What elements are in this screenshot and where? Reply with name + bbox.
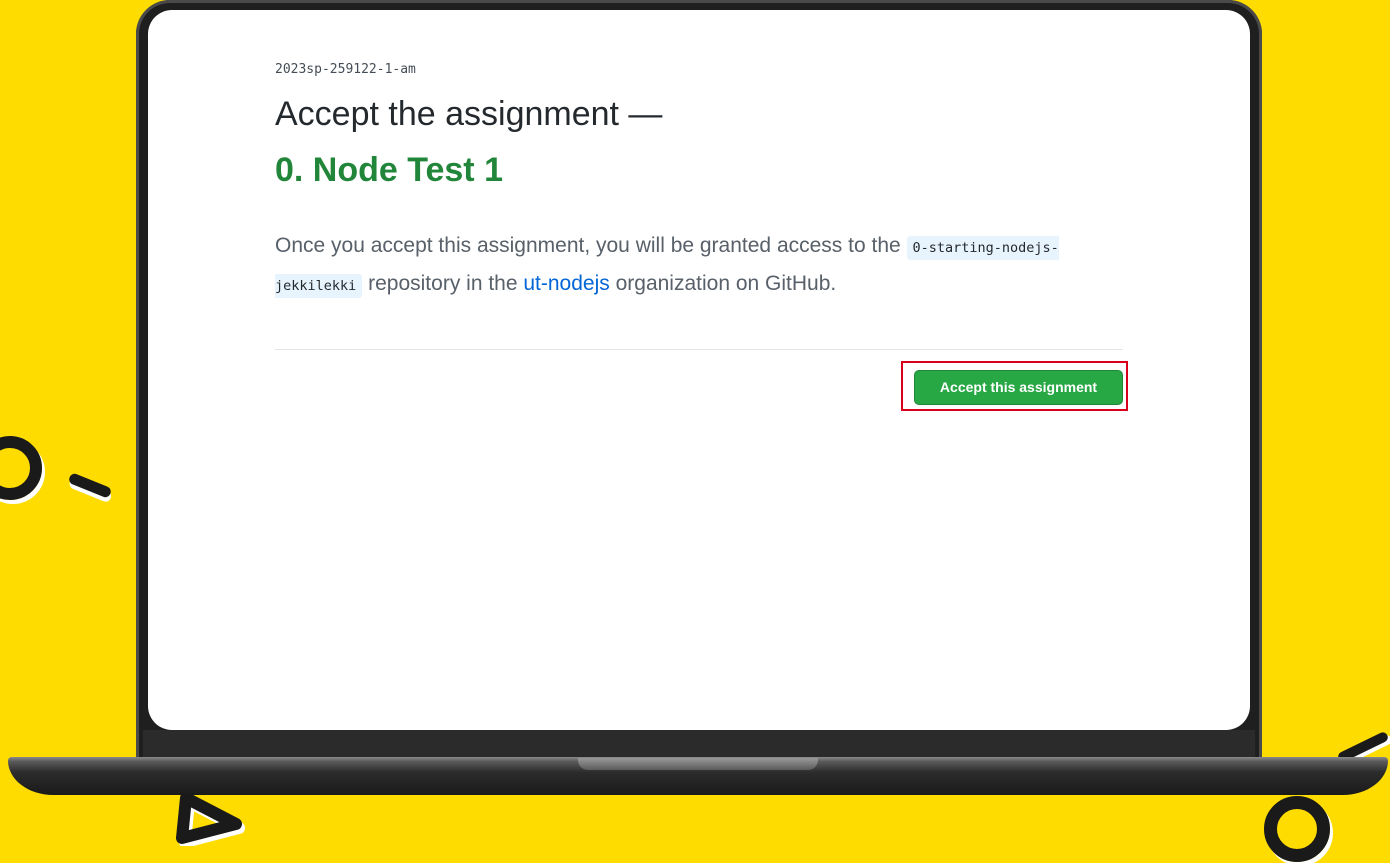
assignment-panel: 2023sp-259122-1-am Accept the assignment… [275, 60, 1128, 411]
page-title: Accept the assignment — [275, 95, 663, 133]
decorative-triangle [176, 792, 245, 846]
laptop-notch [578, 758, 818, 770]
description-text: repository in the [362, 272, 524, 295]
divider [275, 349, 1123, 350]
description-text: Once you accept this assignment, you wil… [275, 234, 907, 257]
assignment-title: 0. Node Test 1 [275, 151, 503, 189]
laptop-screen: 2023sp-259122-1-am Accept the assignment… [148, 10, 1250, 730]
accept-assignment-button[interactable]: Accept this assignment [914, 370, 1123, 405]
classroom-name: 2023sp-259122-1-am [275, 62, 416, 77]
description-text: organization on GitHub. [609, 272, 837, 295]
decorative-dash-left [67, 472, 113, 499]
organization-link[interactable]: ut-nodejs [523, 272, 609, 295]
laptop-chin [143, 730, 1255, 760]
decorative-ring-left [0, 436, 42, 500]
assignment-description: Once you accept this assignment, you wil… [275, 228, 1095, 304]
decorative-ring-right [1264, 796, 1330, 862]
